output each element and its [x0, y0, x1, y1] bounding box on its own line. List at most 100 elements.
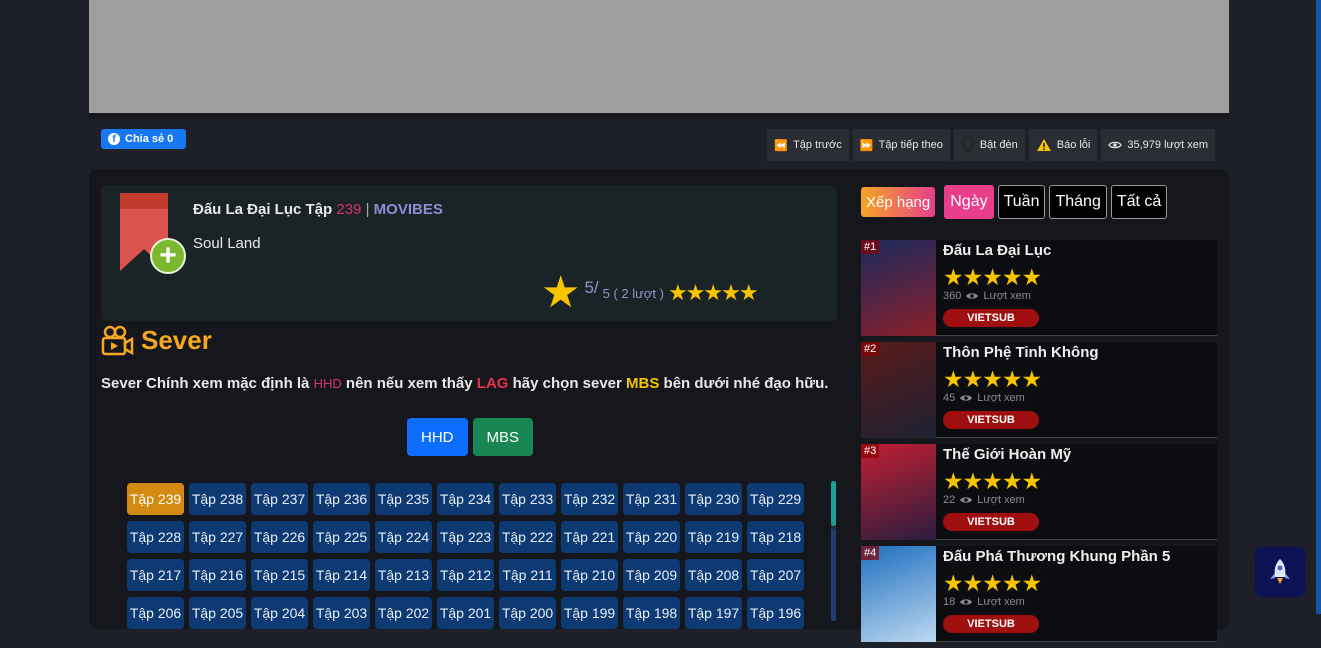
poster-thumbnail[interactable] — [861, 240, 936, 336]
views-count: 360 — [943, 290, 962, 302]
notice-lag: LAG — [476, 375, 509, 392]
episode-button[interactable]: Tập 226 — [251, 521, 308, 553]
episode-button[interactable]: Tập 221 — [561, 521, 618, 553]
episode-button[interactable]: Tập 236 — [313, 483, 370, 515]
episode-button[interactable]: Tập 205 — [189, 597, 246, 629]
episode-button[interactable]: Tập 198 — [623, 597, 680, 629]
episode-button[interactable]: Tập 233 — [499, 483, 556, 515]
tab-day[interactable]: Ngày — [944, 185, 994, 219]
ranking-item-title[interactable]: Đấu La Đại Lục — [943, 242, 1051, 259]
episode-button[interactable]: Tập 238 — [189, 483, 246, 515]
light-toggle-button[interactable]: Bật đèn — [953, 129, 1025, 161]
episode-list-scrollbar[interactable] — [831, 481, 836, 621]
video-player[interactable] — [89, 0, 1229, 113]
player-control-bar[interactable] — [89, 113, 1229, 119]
notice-mbs: MBS — [626, 375, 660, 392]
episode-button[interactable]: Tập 219 — [685, 521, 742, 553]
episode-button[interactable]: Tập 200 — [499, 597, 556, 629]
rating-stars[interactable]: ★★★★★ — [668, 280, 759, 306]
episode-button[interactable]: Tập 204 — [251, 597, 308, 629]
episode-button[interactable]: Tập 223 — [437, 521, 494, 553]
views-count: 22 — [943, 494, 956, 506]
sever-notice: Sever Chính xem mặc định là HHD nên nếu … — [101, 375, 828, 392]
episode-button[interactable]: Tập 203 — [313, 597, 370, 629]
episode-button[interactable]: Tập 206 — [127, 597, 184, 629]
episode-button[interactable]: Tập 208 — [685, 559, 742, 591]
episode-button[interactable]: Tập 232 — [561, 483, 618, 515]
prev-episode-button[interactable]: ⏪ Tập trước — [767, 129, 849, 161]
ranking-item[interactable]: #4 Đấu Phá Thương Khung Phần 5 ★★★★★ 18 … — [861, 546, 1217, 642]
views-label: Lượt xem — [977, 494, 1025, 506]
episode-button[interactable]: Tập 234 — [437, 483, 494, 515]
eye-icon — [960, 497, 973, 503]
views-label: Lượt xem — [983, 290, 1031, 302]
tab-all[interactable]: Tất cả — [1110, 185, 1168, 219]
views-count: 18 — [943, 596, 956, 608]
ranking-views: 22 Lượt xem — [943, 494, 1025, 506]
poster-thumbnail[interactable] — [861, 546, 936, 642]
notice-text-1: Sever Chính xem mặc định là — [101, 375, 314, 392]
episode-button[interactable]: Tập 225 — [313, 521, 370, 553]
episode-button[interactable]: Tập 197 — [685, 597, 742, 629]
episode-button[interactable]: Tập 235 — [375, 483, 432, 515]
ranking-item-title[interactable]: Thế Giới Hoàn Mỹ — [943, 446, 1071, 463]
title-separator: | — [365, 201, 370, 218]
star-icon: ★ — [541, 268, 581, 317]
episode-button[interactable]: Tập 227 — [189, 521, 246, 553]
sever-title: Sever — [141, 325, 212, 355]
episode-button[interactable]: Tập 224 — [375, 521, 432, 553]
episode-button[interactable]: Tập 201 — [437, 597, 494, 629]
brand-name: MOVIBES — [373, 201, 443, 218]
movie-title: Đấu La Đại Lục Tập 239 | MOVIBES — [193, 201, 443, 218]
tab-month[interactable]: Tháng — [1049, 185, 1107, 219]
lightbulb-icon — [961, 136, 974, 153]
ranking-item[interactable]: #3 Thế Giới Hoàn Mỹ ★★★★★ 22 Lượt xem VI… — [861, 444, 1217, 540]
episode-button[interactable]: Tập 202 — [375, 597, 432, 629]
episode-button[interactable]: Tập 196 — [747, 597, 804, 629]
report-error-button[interactable]: Báo lỗi — [1028, 129, 1098, 161]
episode-button[interactable]: Tập 222 — [499, 521, 556, 553]
server-mbs-button[interactable]: MBS — [472, 418, 534, 456]
prev-episode-label: Tập trước — [793, 139, 842, 151]
poster-thumbnail[interactable] — [861, 342, 936, 438]
next-episode-button[interactable]: ⏩ Tập tiếp theo — [852, 129, 950, 161]
episode-button[interactable]: Tập 212 — [437, 559, 494, 591]
ranking-views: 18 Lượt xem — [943, 596, 1025, 608]
episode-button[interactable]: Tập 214 — [313, 559, 370, 591]
facebook-share-button[interactable]: f Chia sẻ 0 — [101, 129, 186, 149]
episode-button[interactable]: Tập 199 — [561, 597, 618, 629]
episode-button[interactable]: Tập 216 — [189, 559, 246, 591]
episode-button[interactable]: Tập 218 — [747, 521, 804, 553]
notice-text-3: hãy chọn sever — [508, 375, 627, 392]
episode-button[interactable]: Tập 213 — [375, 559, 432, 591]
episode-button[interactable]: Tập 220 — [623, 521, 680, 553]
server-hhd-button[interactable]: HHD — [407, 418, 468, 456]
scrollbar-track[interactable] — [831, 529, 836, 621]
episode-button[interactable]: Tập 210 — [561, 559, 618, 591]
facebook-icon: f — [108, 133, 120, 145]
episode-button[interactable]: Tập 211 — [499, 559, 556, 591]
episode-button[interactable]: Tập 228 — [127, 521, 184, 553]
episode-button[interactable]: Tập 230 — [685, 483, 742, 515]
ranking-item[interactable]: #1 Đấu La Đại Lục ★★★★★ 360 Lượt xem VIE… — [861, 240, 1217, 336]
page-scrollbar[interactable] — [1316, 0, 1321, 614]
add-bookmark-icon[interactable]: + — [150, 238, 186, 274]
poster-thumbnail[interactable] — [861, 444, 936, 540]
episode-button[interactable]: Tập 217 — [127, 559, 184, 591]
episode-button[interactable]: Tập 229 — [747, 483, 804, 515]
ranking-item[interactable]: #2 Thôn Phệ Tinh Không ★★★★★ 45 Lượt xem… — [861, 342, 1217, 438]
episode-button[interactable]: Tập 237 — [251, 483, 308, 515]
episode-button[interactable]: Tập 209 — [623, 559, 680, 591]
tab-week[interactable]: Tuần — [997, 185, 1046, 219]
episode-button-current[interactable]: Tập 239 — [127, 483, 184, 515]
ranking-item-title[interactable]: Thôn Phệ Tinh Không — [943, 344, 1099, 361]
notice-text-2: nên nếu xem thấy — [341, 375, 477, 392]
episode-button[interactable]: Tập 231 — [623, 483, 680, 515]
back-to-top-button[interactable] — [1255, 547, 1305, 597]
scrollbar-thumb[interactable] — [831, 481, 836, 526]
vietsub-badge: VIETSUB — [943, 513, 1039, 531]
ranking-stars: ★★★★★ — [943, 570, 1042, 596]
episode-button[interactable]: Tập 207 — [747, 559, 804, 591]
ranking-item-title[interactable]: Đấu Phá Thương Khung Phần 5 — [943, 548, 1170, 565]
episode-button[interactable]: Tập 215 — [251, 559, 308, 591]
